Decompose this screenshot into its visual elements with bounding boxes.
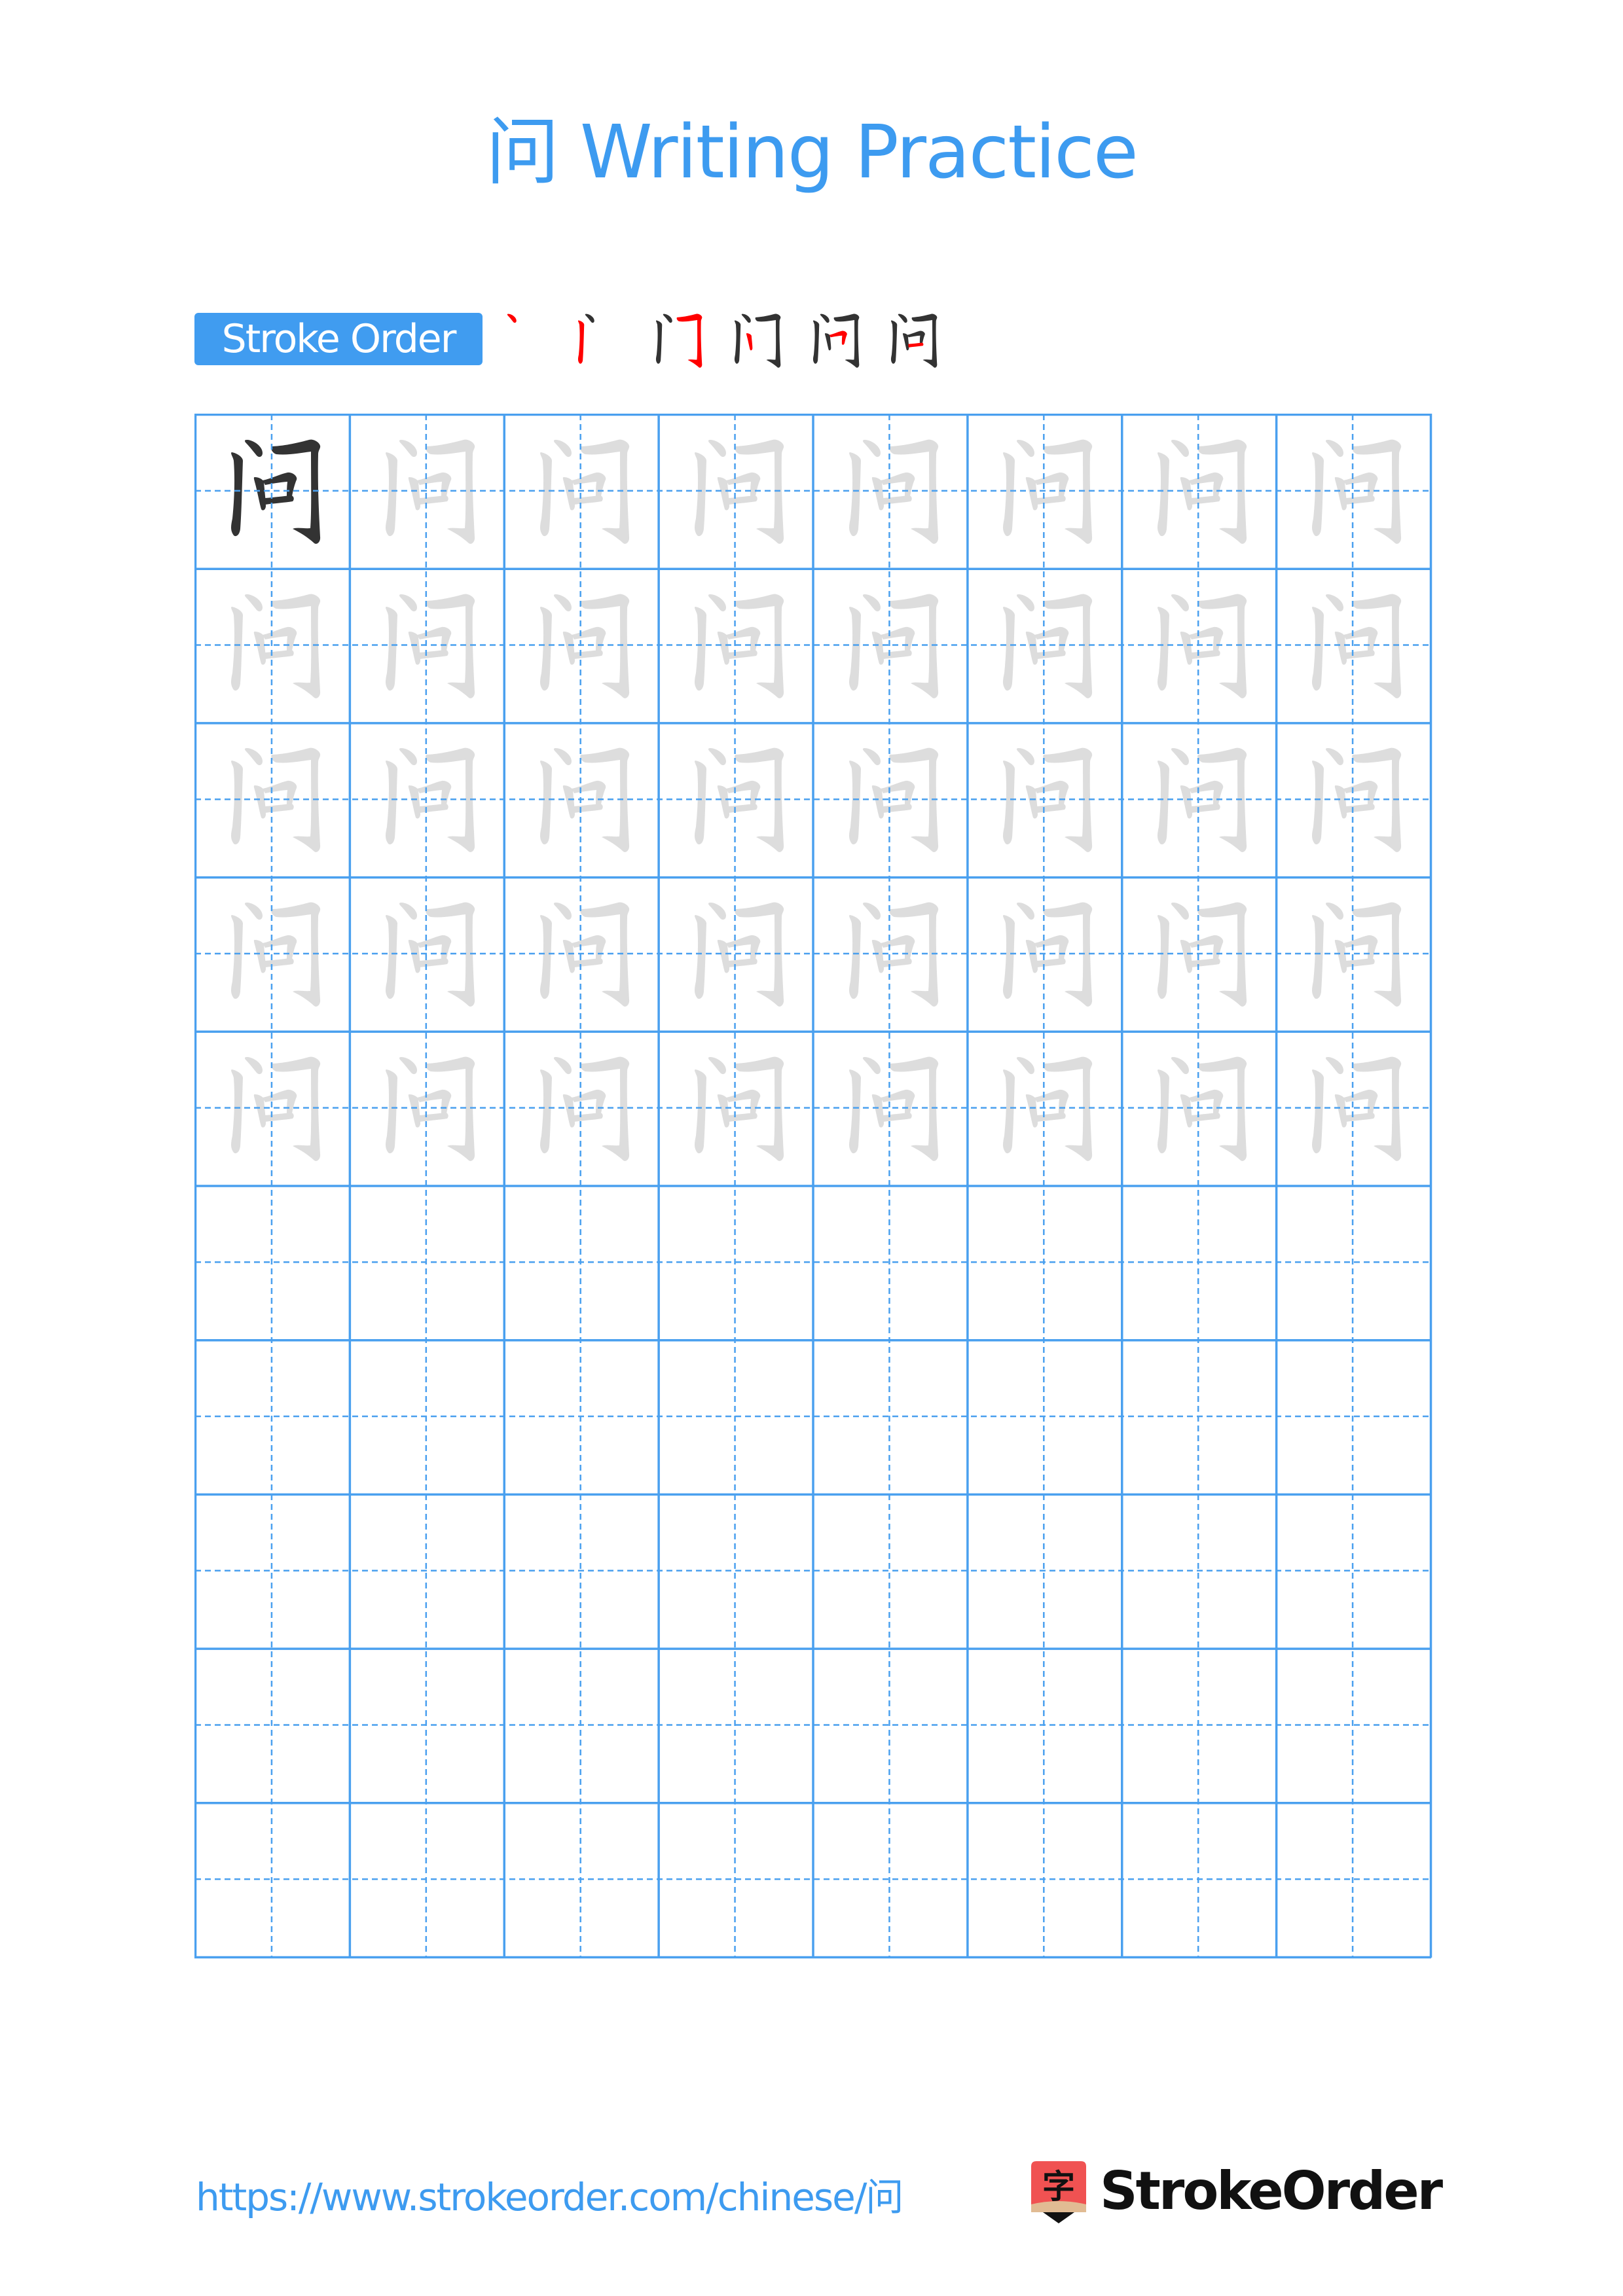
stroke-order-step-6 xyxy=(872,300,952,380)
fold-hook-stroke xyxy=(755,314,781,368)
dot-stroke xyxy=(741,314,751,323)
left-vertical-stroke xyxy=(812,320,820,364)
dot-stroke xyxy=(585,314,594,323)
fold-hook-stroke xyxy=(833,314,860,368)
fold-hook-stroke xyxy=(911,314,938,368)
left-vertical-stroke xyxy=(890,320,898,364)
grid-lines xyxy=(194,414,1432,1959)
dot-stroke xyxy=(820,314,830,323)
inner-fold-stroke xyxy=(829,331,847,345)
stroke-order-step-4 xyxy=(716,300,795,380)
practice-grid xyxy=(194,414,1432,1959)
fold-hook-stroke xyxy=(676,314,702,368)
inner-vertical-stroke xyxy=(746,333,753,351)
stroke-order-label: Stroke Order xyxy=(194,313,483,365)
dot-stroke xyxy=(898,314,907,323)
left-vertical-stroke xyxy=(734,320,741,364)
footer-url-link[interactable]: https://www.strokeorder.com/chinese/问 xyxy=(196,2174,903,2220)
left-vertical-stroke xyxy=(577,320,585,364)
inner-bottom-stroke xyxy=(908,342,924,348)
strokeorder-logo-icon: 字 xyxy=(1030,2160,1089,2225)
left-vertical-stroke xyxy=(655,320,663,364)
strokeorder-brand-name: StrokeOrder xyxy=(1100,2161,1443,2221)
logo-glyph: 字 xyxy=(1042,2168,1075,2206)
dot-stroke xyxy=(507,314,517,323)
stroke-order-step-5 xyxy=(794,300,874,380)
dot-stroke xyxy=(663,314,672,323)
stroke-order-step-1 xyxy=(481,300,561,380)
stroke-order-step-3 xyxy=(637,300,717,380)
page-title: 问 Writing Practice xyxy=(486,110,1139,195)
stroke-order-step-2 xyxy=(559,300,639,380)
